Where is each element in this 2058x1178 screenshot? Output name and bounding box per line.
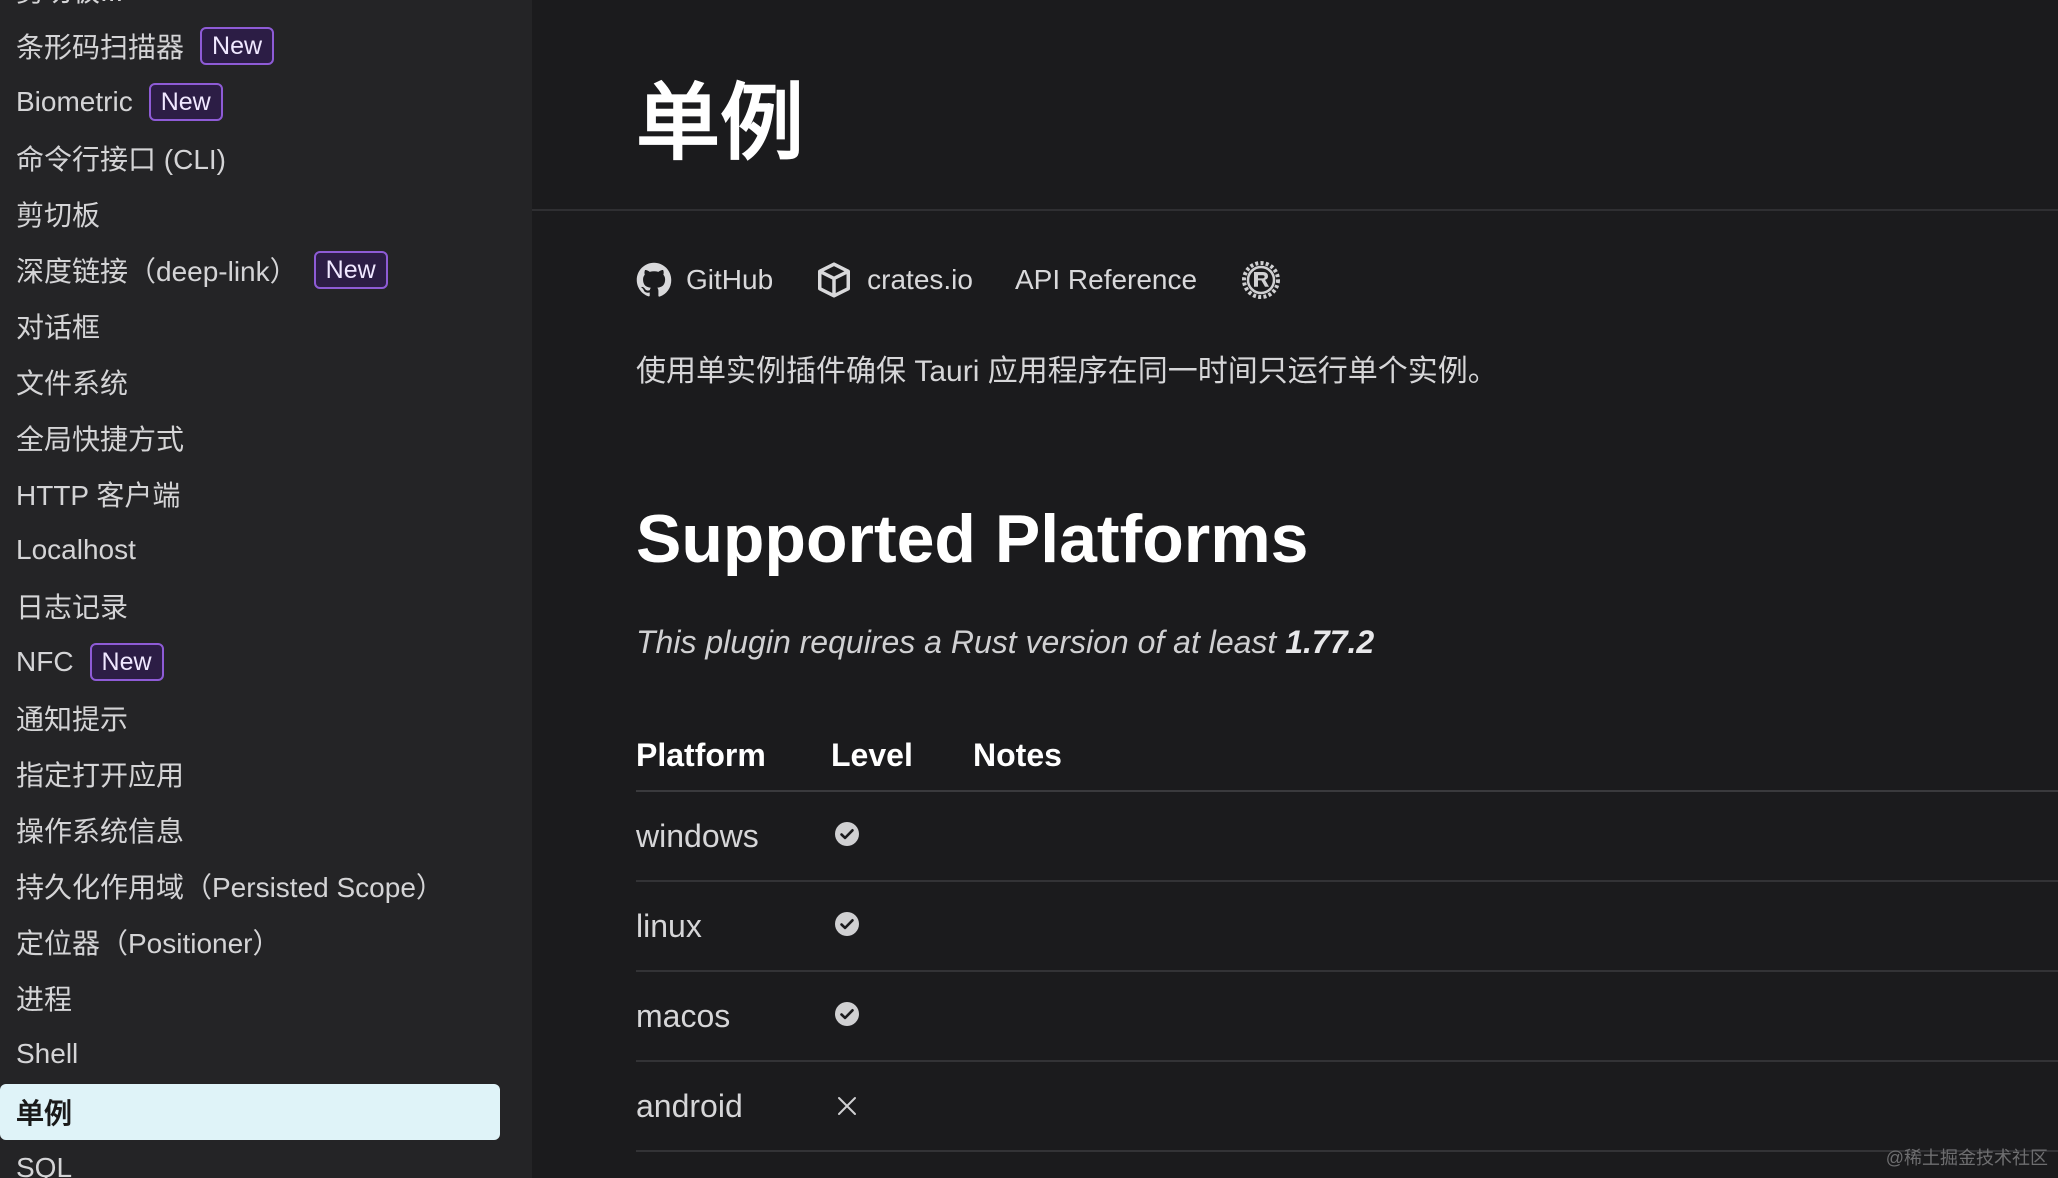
sidebar-item-partial-top[interactable]: 剪切板... <box>0 0 500 18</box>
sidebar-item-clipboard[interactable]: 剪切板 <box>0 186 500 242</box>
sidebar-item-os-info[interactable]: 操作系统信息 <box>0 802 500 858</box>
sidebar-item-label: 进程 <box>16 984 73 1015</box>
sidebar-item-label: 命令行接口 (CLI) <box>16 144 227 175</box>
new-badge: New <box>89 643 164 681</box>
divider <box>532 209 2058 211</box>
sidebar-item-localhost[interactable]: Localhost <box>0 522 500 578</box>
plugin-description: 使用单实例插件确保 Tauri 应用程序在同一时间只运行单个实例。 <box>636 355 1498 388</box>
rust-version: 1.77.2 <box>1285 624 1375 660</box>
check-circle-icon <box>835 821 859 846</box>
sidebar-item-deep-link[interactable]: 深度链接（deep-link） New <box>0 242 500 298</box>
sidebar-item-label: 深度链接（deep-link） <box>16 256 298 287</box>
sidebar-item-biometric[interactable]: Biometric New <box>0 74 500 130</box>
sidebar-item-label: HTTP 客户端 <box>16 480 181 511</box>
section-heading: Supported Platforms <box>636 501 1309 577</box>
platform-cell: linux <box>636 907 702 944</box>
table-header: Platform Level Notes <box>636 720 2058 792</box>
table-row: linux <box>636 882 2058 972</box>
page-title: 单例 <box>636 76 805 170</box>
x-icon <box>838 1096 856 1115</box>
sidebar-item-sql[interactable]: SQL <box>0 1140 500 1178</box>
table-row: android <box>636 1062 2058 1152</box>
level-cell <box>831 908 973 945</box>
sidebar-item-label: 指定打开应用 <box>16 760 185 791</box>
api-reference-link[interactable]: API Reference <box>1015 264 1197 296</box>
new-badge: New <box>200 27 275 65</box>
note-text: This plugin requires a Rust version of a… <box>636 624 1286 660</box>
rust-logo-icon <box>1242 261 1281 299</box>
app: 剪切板... 条形码扫描器 New Biometric New 命令行接口 (C… <box>0 0 2058 1178</box>
sidebar-item-label: 日志记录 <box>16 592 129 623</box>
sidebar-item-positioner[interactable]: 定位器（Positioner） <box>0 914 500 970</box>
new-badge: New <box>313 251 388 289</box>
platform-table: Platform Level Notes windows linux macos… <box>636 720 2058 1152</box>
rust-version-note: This plugin requires a Rust version of a… <box>636 624 1374 661</box>
sidebar-item-label: 通知提示 <box>16 704 129 735</box>
sidebar-item-nfc[interactable]: NFC New <box>0 634 500 690</box>
table-row: macos <box>636 972 2058 1062</box>
github-link[interactable]: GitHub <box>636 262 773 298</box>
crates-link[interactable]: crates.io <box>815 261 973 299</box>
sidebar-item-notification[interactable]: 通知提示 <box>0 690 500 746</box>
sidebar-item-label: 对话框 <box>16 312 101 343</box>
watermark: @稀土掘金技术社区 <box>1885 1148 2048 1168</box>
sidebar-item-file-system[interactable]: 文件系统 <box>0 354 500 410</box>
sidebar-item-label: 文件系统 <box>16 368 129 399</box>
sidebar-item-barcode-scanner[interactable]: 条形码扫描器 New <box>0 18 500 74</box>
sidebar-item-logging[interactable]: 日志记录 <box>0 578 500 634</box>
level-cell <box>831 998 973 1035</box>
sidebar-item-label: 剪切板 <box>16 200 101 231</box>
sidebar-item-label: 持久化作用域（Persisted Scope） <box>16 872 444 903</box>
sidebar-item-label: 单例 <box>16 1098 73 1129</box>
sidebar-item-persisted-scope[interactable]: 持久化作用域（Persisted Scope） <box>0 858 500 914</box>
sidebar-item-label: 操作系统信息 <box>16 816 185 847</box>
level-cell <box>831 1088 973 1125</box>
sidebar-item-cli[interactable]: 命令行接口 (CLI) <box>0 130 500 186</box>
sidebar-item-single-instance[interactable]: 单例 <box>0 1084 500 1140</box>
sidebar-item-label: 全局快捷方式 <box>16 424 185 455</box>
github-icon <box>636 262 672 297</box>
sidebar-item-label: 定位器（Positioner） <box>16 928 281 959</box>
sidebar-item-dialog[interactable]: 对话框 <box>0 298 500 354</box>
sidebar-item-label: 条形码扫描器 <box>16 32 185 63</box>
main-content: 单例 GitHub crates.io API Reference 使用单实例插… <box>532 0 2058 1178</box>
rust-docs-link[interactable] <box>1239 258 1297 302</box>
sidebar-item-global-shortcut[interactable]: 全局快捷方式 <box>0 410 500 466</box>
crate-box-icon <box>818 262 851 298</box>
sidebar-item-shell[interactable]: Shell <box>0 1026 500 1082</box>
github-link-label: GitHub <box>686 264 774 295</box>
crates-link-label: crates.io <box>867 264 973 295</box>
header-notes: Notes <box>973 736 1062 773</box>
sidebar-item-process[interactable]: 进程 <box>0 970 500 1026</box>
sidebar-item-label: 剪切板... <box>16 0 123 10</box>
new-badge: New <box>148 83 223 121</box>
sidebar-item-label: SQL <box>16 1152 73 1178</box>
sidebar-item-label: Biometric <box>16 86 133 117</box>
level-cell <box>831 818 973 855</box>
sidebar-item-http-client[interactable]: HTTP 客户端 <box>0 466 500 522</box>
platform-cell: windows <box>636 817 759 854</box>
resource-links: GitHub crates.io API Reference <box>636 258 1339 302</box>
sidebar-item-label: Localhost <box>16 534 136 565</box>
api-reference-label: API Reference <box>1014 264 1198 295</box>
platform-cell: android <box>636 1087 743 1124</box>
table-row: windows <box>636 792 2058 882</box>
check-circle-icon <box>835 1001 859 1026</box>
sidebar-item-label: NFC <box>16 646 74 677</box>
platform-cell: macos <box>636 997 731 1034</box>
sidebar-item-label: Shell <box>16 1038 79 1069</box>
header-level: Level <box>831 736 913 773</box>
sidebar-item-opener[interactable]: 指定打开应用 <box>0 746 500 802</box>
header-platform: Platform <box>636 736 766 773</box>
check-circle-icon <box>835 911 859 936</box>
sidebar: 剪切板... 条形码扫描器 New Biometric New 命令行接口 (C… <box>0 0 532 1178</box>
